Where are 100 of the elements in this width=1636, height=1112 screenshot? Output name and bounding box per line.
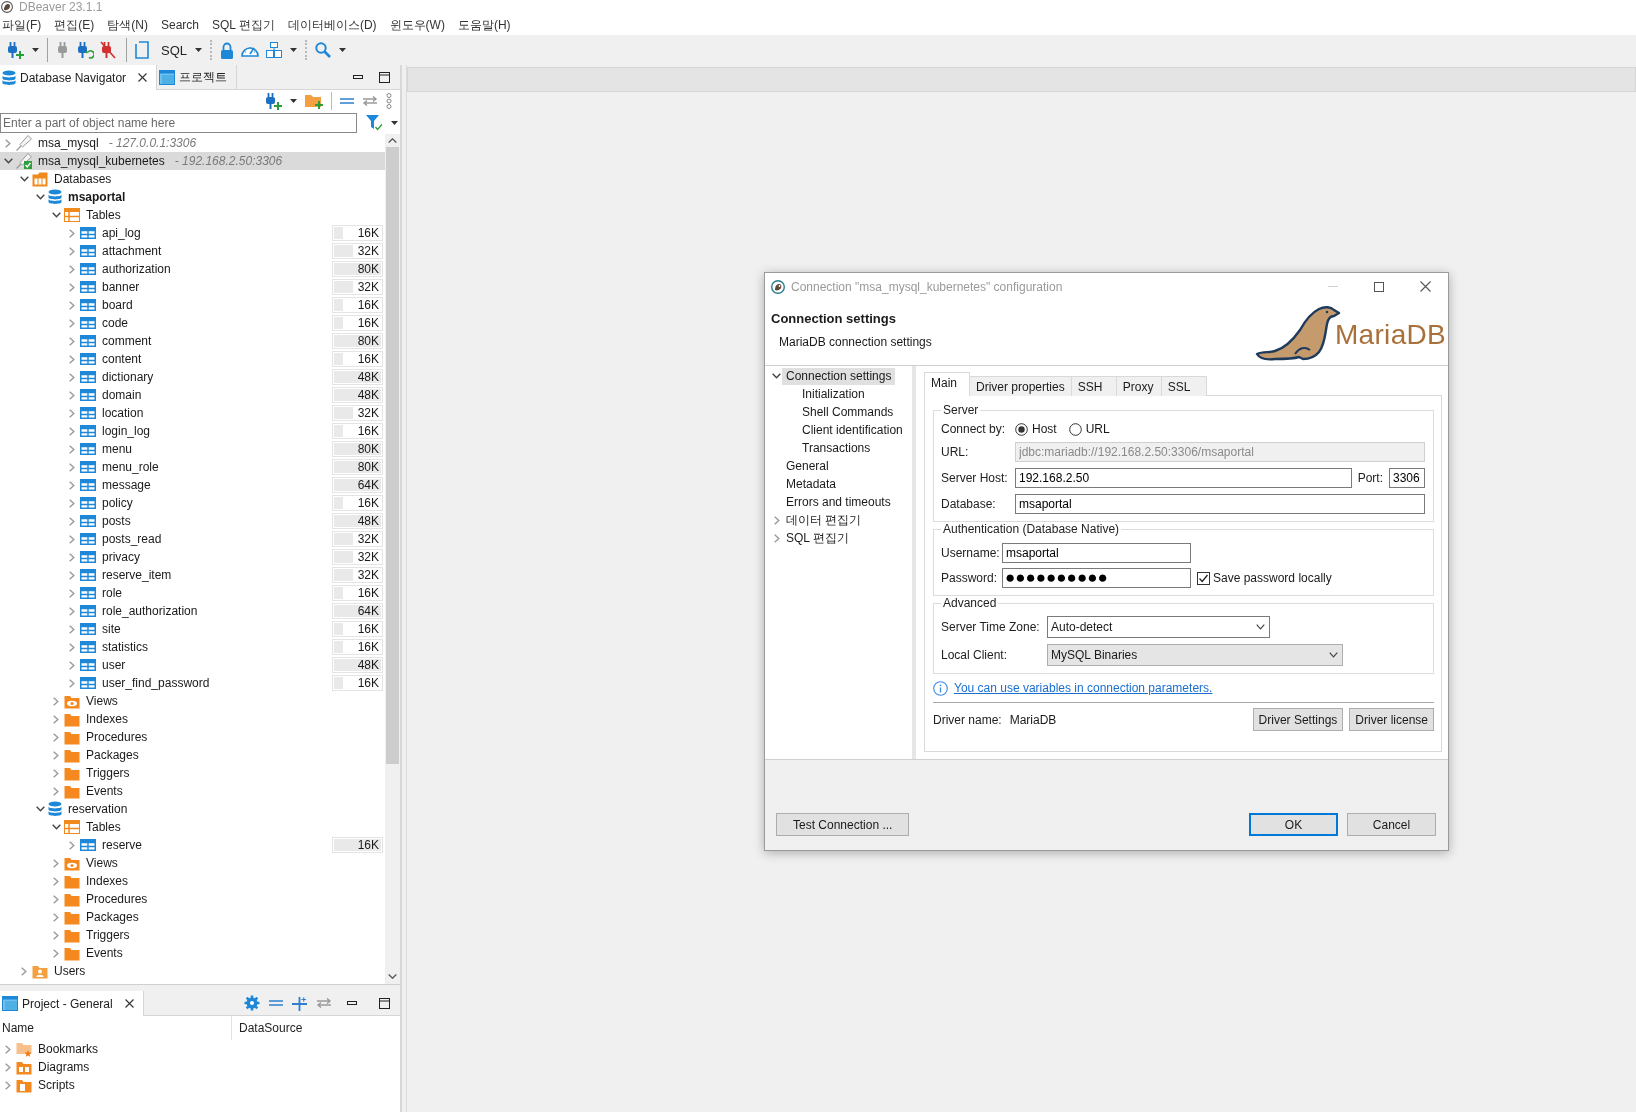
chevron-right-icon[interactable] bbox=[69, 228, 75, 238]
maximize-icon[interactable] bbox=[379, 997, 390, 1009]
tree-item[interactable]: Packages bbox=[0, 746, 385, 764]
tree-item[interactable]: reservation bbox=[0, 800, 385, 818]
nav-item[interactable]: Metadata bbox=[782, 475, 841, 493]
chevron-right-icon[interactable] bbox=[69, 444, 75, 454]
chevron-right-icon[interactable] bbox=[69, 300, 75, 310]
chevron-right-icon[interactable] bbox=[53, 768, 59, 778]
chevron-right-icon[interactable] bbox=[21, 966, 27, 976]
tree-item[interactable]: Views bbox=[0, 692, 385, 710]
chevron-right-icon[interactable] bbox=[69, 426, 75, 436]
chevron-right-icon[interactable] bbox=[69, 624, 75, 634]
chevron-right-icon[interactable] bbox=[5, 1062, 11, 1072]
nav-item[interactable]: Transactions bbox=[798, 439, 875, 457]
dialog-button[interactable]: OK bbox=[1249, 813, 1338, 836]
nav-item[interactable]: Shell Commands bbox=[798, 403, 898, 421]
tree-item[interactable]: Diagrams bbox=[0, 1058, 400, 1076]
radio-icon[interactable] bbox=[1068, 422, 1082, 436]
menu-item[interactable]: 데이터베이스(D) bbox=[287, 15, 377, 34]
chevron-right-icon[interactable] bbox=[69, 372, 75, 382]
chevron-right-icon[interactable] bbox=[69, 408, 75, 418]
driver-button[interactable]: Driver license bbox=[1349, 708, 1434, 731]
chevron-right-icon[interactable] bbox=[69, 462, 75, 472]
database-field[interactable]: msaportal bbox=[1015, 494, 1425, 514]
chevron-right-icon[interactable] bbox=[53, 696, 59, 706]
chevron-right-icon[interactable] bbox=[53, 858, 59, 868]
chevron-down-icon[interactable] bbox=[35, 194, 45, 200]
dropdown-caret-icon[interactable] bbox=[195, 48, 202, 52]
host-field[interactable]: 192.168.2.50 bbox=[1015, 468, 1352, 488]
chevron-right-icon[interactable] bbox=[69, 516, 75, 526]
driver-button[interactable]: Driver Settings bbox=[1252, 708, 1344, 731]
chevron-right-icon[interactable] bbox=[69, 840, 75, 850]
chevron-right-icon[interactable] bbox=[69, 318, 75, 328]
tree-item[interactable]: Procedures bbox=[0, 728, 385, 746]
tree-item[interactable]: Scripts bbox=[0, 1076, 400, 1094]
tree-item[interactable]: api_log 16K bbox=[0, 224, 385, 242]
menu-item[interactable]: 도움말(H) bbox=[457, 15, 511, 34]
panel-tab[interactable]: Project - General bbox=[0, 991, 144, 1016]
plug-off-icon[interactable] bbox=[100, 41, 116, 59]
nav-item[interactable]: Connection settings bbox=[782, 367, 896, 385]
scroll-up-icon[interactable] bbox=[388, 138, 397, 143]
chevron-right-icon[interactable] bbox=[69, 588, 75, 598]
tree-item[interactable]: role_authorization 64K bbox=[0, 602, 385, 620]
collapse-all-icon[interactable] bbox=[340, 98, 354, 104]
plug-plus-icon[interactable] bbox=[264, 92, 282, 110]
menu-item[interactable]: 편집(E) bbox=[54, 15, 95, 34]
nav-item[interactable]: Initialization bbox=[798, 385, 869, 403]
tree-item[interactable]: menu 80K bbox=[0, 440, 385, 458]
radio-icon[interactable] bbox=[1015, 422, 1028, 436]
menu-item[interactable]: 탐색(N) bbox=[107, 15, 148, 34]
tree-item[interactable]: policy 16K bbox=[0, 494, 385, 512]
dropdown-caret-icon[interactable] bbox=[290, 99, 297, 103]
tree-item[interactable]: reserve 16K bbox=[0, 836, 385, 854]
menu-item[interactable]: 파일(F) bbox=[2, 15, 42, 34]
dialog-tab[interactable]: Main bbox=[924, 372, 970, 396]
tree-item[interactable]: msaportal bbox=[0, 188, 385, 206]
dropdown-caret-icon[interactable] bbox=[290, 48, 297, 52]
tree-item[interactable]: dictionary 48K bbox=[0, 368, 385, 386]
tree-item[interactable]: Views bbox=[0, 854, 385, 872]
tree-item[interactable]: privacy 32K bbox=[0, 548, 385, 566]
chevron-right-icon[interactable] bbox=[53, 930, 59, 940]
chevron-right-icon[interactable] bbox=[5, 1080, 11, 1090]
chevron-down-icon[interactable] bbox=[3, 158, 13, 164]
search-icon[interactable] bbox=[315, 42, 331, 58]
nav-item[interactable]: General bbox=[782, 457, 833, 475]
chevron-right-icon[interactable] bbox=[53, 750, 59, 760]
chevron-right-icon[interactable] bbox=[53, 786, 59, 796]
tree-item[interactable]: Users bbox=[0, 962, 385, 980]
gear-icon[interactable] bbox=[244, 995, 260, 1011]
maximize-icon[interactable] bbox=[1374, 281, 1384, 292]
chevron-down-icon[interactable] bbox=[1256, 624, 1265, 630]
chevron-right-icon[interactable] bbox=[53, 714, 59, 724]
save-password-checkbox[interactable]: Save password locally bbox=[1197, 571, 1332, 585]
tree-item[interactable]: user 48K bbox=[0, 656, 385, 674]
tree-item[interactable]: domain 48K bbox=[0, 386, 385, 404]
chevron-right-icon[interactable] bbox=[53, 912, 59, 922]
panel-tab[interactable]: Database Navigator bbox=[0, 65, 158, 90]
variables-link[interactable]: You can use variables in connection parameters. bbox=[954, 681, 1213, 695]
radio-option[interactable]: URL bbox=[1068, 422, 1110, 436]
close-icon[interactable] bbox=[124, 999, 134, 1008]
chevron-right-icon[interactable] bbox=[773, 515, 780, 525]
tree-item[interactable]: Databases bbox=[0, 170, 385, 188]
tree-item[interactable]: Indexes bbox=[0, 872, 385, 890]
chevron-down-icon[interactable] bbox=[51, 824, 61, 830]
chevron-down-icon[interactable] bbox=[51, 212, 61, 218]
nav-item[interactable]: Client identification bbox=[798, 421, 907, 439]
time-zone-dropdown[interactable]: Auto-detect bbox=[1047, 616, 1270, 638]
chevron-right-icon[interactable] bbox=[69, 642, 75, 652]
tree-item[interactable]: Triggers bbox=[0, 926, 385, 944]
minimize-icon[interactable] bbox=[347, 1001, 357, 1005]
chevron-right-icon[interactable] bbox=[69, 552, 75, 562]
local-client-dropdown[interactable]: MySQL Binaries bbox=[1047, 644, 1343, 666]
dialog-tab[interactable]: SSL bbox=[1160, 376, 1207, 396]
tree-item[interactable]: site 16K bbox=[0, 620, 385, 638]
scrollbar[interactable] bbox=[385, 134, 400, 984]
chevron-right-icon[interactable] bbox=[69, 390, 75, 400]
filter-icon[interactable] bbox=[366, 115, 383, 131]
dialog-tab[interactable]: SSH bbox=[1070, 376, 1117, 396]
username-field[interactable]: msaportal bbox=[1002, 543, 1191, 563]
expand-all-icon[interactable] bbox=[292, 995, 307, 1011]
